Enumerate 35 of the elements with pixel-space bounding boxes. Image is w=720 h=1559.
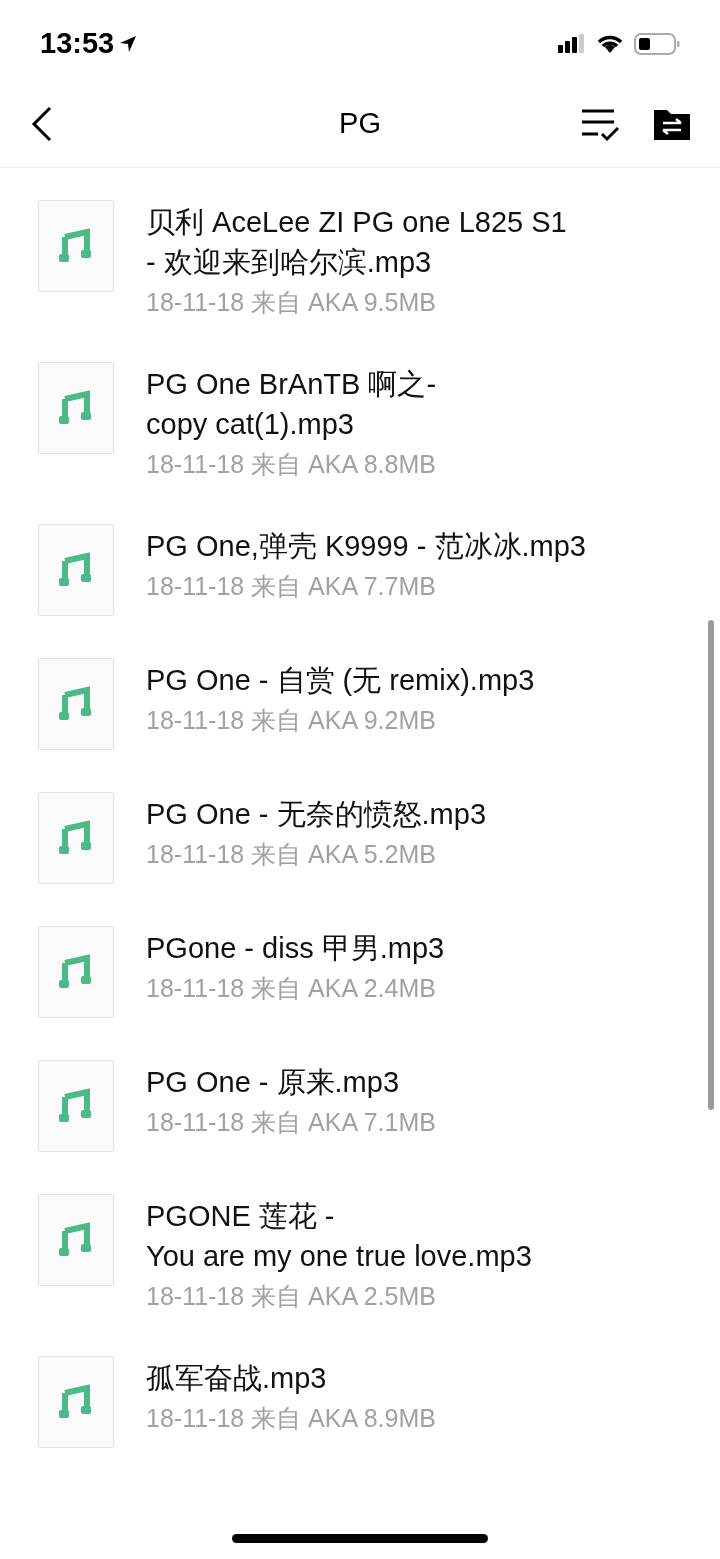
- file-name[interactable]: PGONE 莲花 - You are my one true love.mp3: [146, 1196, 532, 1276]
- file-info: 18-11-18 来自 AKA 5.2MB: [146, 839, 437, 870]
- file-info: 18-11-18 来自 AKA 9.2MB: [146, 705, 437, 736]
- music-file-icon: [38, 362, 114, 454]
- music-file-icon: [38, 200, 114, 292]
- file-name[interactable]: PG One,弹壳 K9999 - 范冰冰.mp3: [146, 526, 586, 566]
- file-info: 18-11-18 来自 AKA 8.8MB: [146, 449, 437, 480]
- file-info: 18-11-18 来自 AKA 2.4MB: [146, 973, 437, 1004]
- signal-icon: [558, 34, 586, 54]
- back-icon[interactable]: [30, 105, 54, 142]
- file-info: 18-11-18 来自 AKA 7.1MB: [146, 1107, 436, 1138]
- music-file-icon: [38, 1356, 114, 1448]
- page-title: PG: [339, 105, 381, 141]
- music-file-icon: [38, 926, 114, 1018]
- file-info: 18-11-18 来自 AKA 7.7MB: [146, 571, 437, 602]
- file-name[interactable]: PGone - diss 甲男.mp3: [146, 928, 445, 968]
- wifi-icon: [596, 34, 624, 54]
- music-file-icon: [38, 1194, 114, 1286]
- file-info: 18-11-18 来自 AKA 8.9MB: [146, 1403, 436, 1434]
- file-name[interactable]: PG One BrAnTB 啊之- copy cat(1).mp3: [146, 364, 437, 444]
- music-file-icon: [38, 792, 114, 884]
- music-file-icon: [38, 524, 114, 616]
- file-info: 18-11-18 来自 AKA 9.5MB: [146, 287, 437, 318]
- status-time: 13:53: [40, 26, 115, 62]
- location-arrow-icon: [118, 34, 139, 54]
- file-info: 18-11-18 来自 AKA 2.5MB: [146, 1281, 437, 1312]
- folder-transfer-icon[interactable]: [654, 107, 690, 140]
- battery-icon: [634, 33, 680, 55]
- file-name[interactable]: 贝利 AceLee ZI PG one L825 S1 - 欢迎来到哈尔滨.mp3: [146, 202, 567, 282]
- file-name[interactable]: PG One - 原来.mp3: [146, 1062, 436, 1102]
- file-name[interactable]: 孤军奋战.mp3: [146, 1358, 436, 1398]
- file-name[interactable]: PG One - 无奈的愤怒.mp3: [146, 794, 486, 834]
- music-file-icon: [38, 1060, 114, 1152]
- music-file-icon: [38, 658, 114, 750]
- file-name[interactable]: PG One - 自赏 (无 remix).mp3: [146, 660, 535, 700]
